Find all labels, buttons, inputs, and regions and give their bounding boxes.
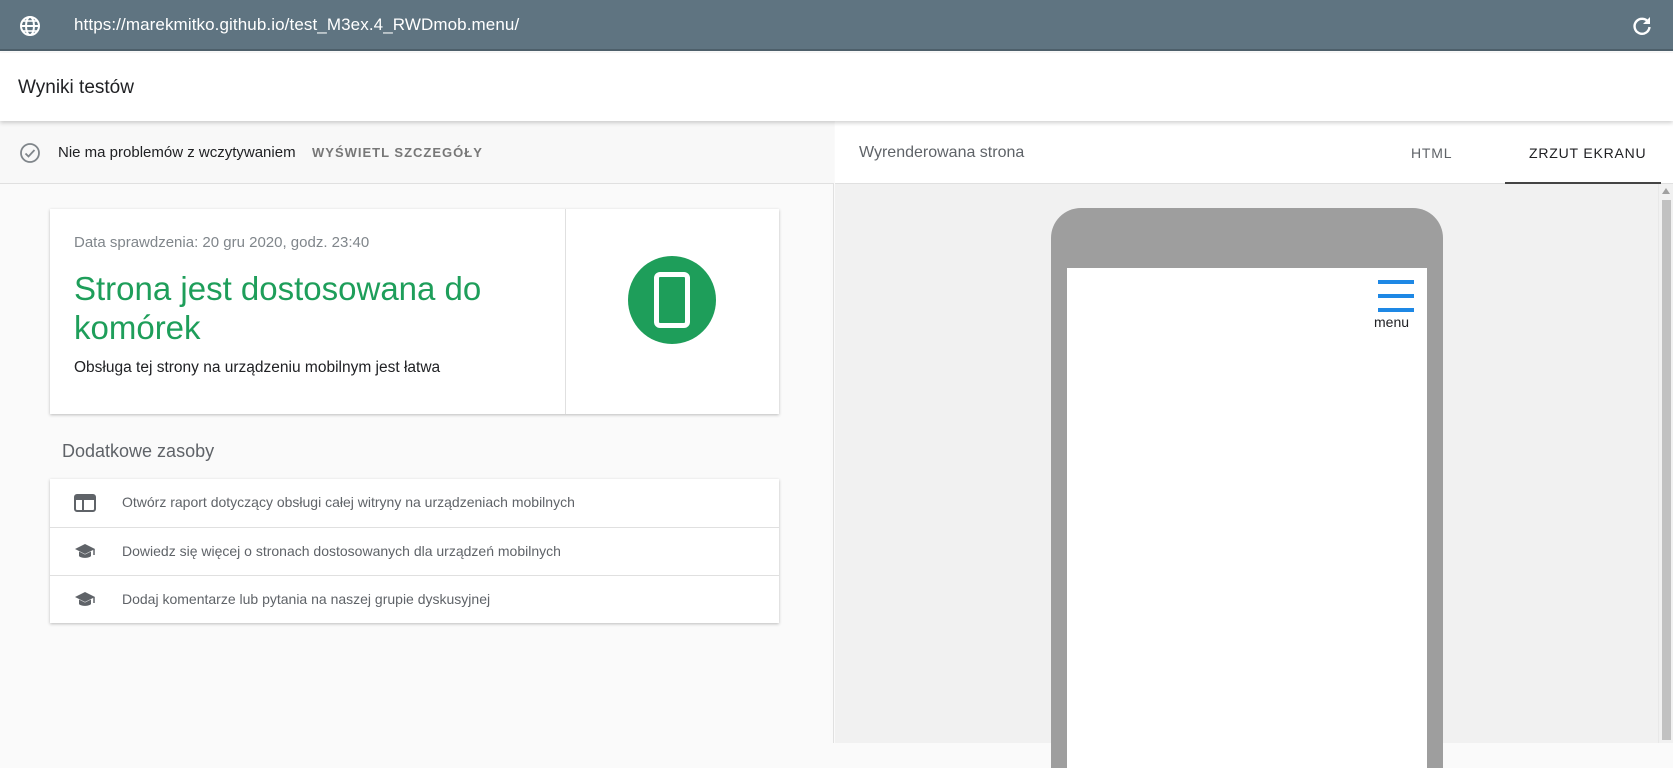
result-subtitle: Obsługa tej strony na urządzeniu mobilny…: [74, 359, 441, 376]
check-circle-icon: [20, 143, 40, 163]
scroll-up-arrow-icon[interactable]: [1662, 188, 1670, 194]
scrollbar-thumb[interactable]: [1662, 200, 1671, 740]
tab-html-label: HTML: [1411, 145, 1453, 161]
school-cap-icon: [75, 592, 95, 606]
tab-html[interactable]: HTML: [1411, 121, 1491, 184]
resource-item-label: Dodaj komentarze lub pytania na naszej g…: [122, 591, 491, 607]
resource-item-label: Otwórz raport dotyczący obsługi całej wi…: [122, 494, 575, 510]
test-results-panel: Nie ma problemów z wczytywaniem WYŚWIETL…: [0, 121, 834, 743]
page-header: Wyniki testów: [0, 53, 1673, 121]
loading-status-bar: Nie ma problemów z wczytywaniem WYŚWIETL…: [0, 121, 834, 184]
report-window-icon: [74, 494, 96, 512]
card-divider: [565, 209, 566, 414]
page-title: Wyniki testów: [18, 77, 134, 98]
menu-label: menu: [1374, 314, 1410, 330]
resource-item-label: Dowiedz się więcej o stronach dostosowan…: [122, 543, 561, 559]
loading-status-message: Nie ma problemów z wczytywaniem: [58, 144, 296, 161]
mobile-phone-icon: [628, 256, 716, 344]
tab-screenshot[interactable]: ZRZUT EKRANU: [1505, 121, 1661, 184]
resource-item-discussion-group[interactable]: Dodaj komentarze lub pytania na naszej g…: [50, 575, 779, 623]
additional-resources-list: Otwórz raport dotyczący obsługi całej wi…: [50, 479, 779, 623]
rendered-page-toolbar: Wyrenderowana strona HTML ZRZUT EKRANU: [835, 121, 1673, 184]
device-frame: menu: [1051, 208, 1443, 768]
browser-url-bar: https://marekmitko.github.io/test_M3ex.4…: [0, 0, 1673, 51]
show-details-button[interactable]: WYŚWIETL SZCZEGÓŁY: [312, 145, 483, 160]
screenshot-preview: menu: [835, 184, 1673, 768]
mobile-friendly-result-card: Data sprawdzenia: 20 gru 2020, godz. 23:…: [50, 209, 779, 414]
check-date: Data sprawdzenia: 20 gru 2020, godz. 23:…: [74, 234, 370, 251]
additional-resources-title: Dodatkowe zasoby: [62, 441, 215, 461]
url-text[interactable]: https://marekmitko.github.io/test_M3ex.4…: [74, 15, 519, 35]
rendered-page-label: Wyrenderowana strona: [859, 144, 1025, 161]
hamburger-menu-icon: [1378, 280, 1416, 318]
school-cap-icon: [75, 544, 95, 558]
preview-scrollbar[interactable]: [1658, 184, 1673, 743]
rendered-page-panel: Wyrenderowana strona HTML ZRZUT EKRANU m…: [835, 121, 1673, 768]
phone-body-shape: [654, 272, 690, 328]
result-headline: Strona jest dostosowana do komórek: [74, 270, 482, 346]
resource-item-mobile-report[interactable]: Otwórz raport dotyczący obsługi całej wi…: [50, 479, 779, 527]
resource-item-learn-more[interactable]: Dowiedz się więcej o stronach dostosowan…: [50, 527, 779, 575]
device-screen: menu: [1067, 268, 1427, 768]
tab-screenshot-label: ZRZUT EKRANU: [1529, 145, 1647, 161]
reload-icon[interactable]: [1630, 14, 1654, 38]
globe-icon: [20, 16, 40, 36]
